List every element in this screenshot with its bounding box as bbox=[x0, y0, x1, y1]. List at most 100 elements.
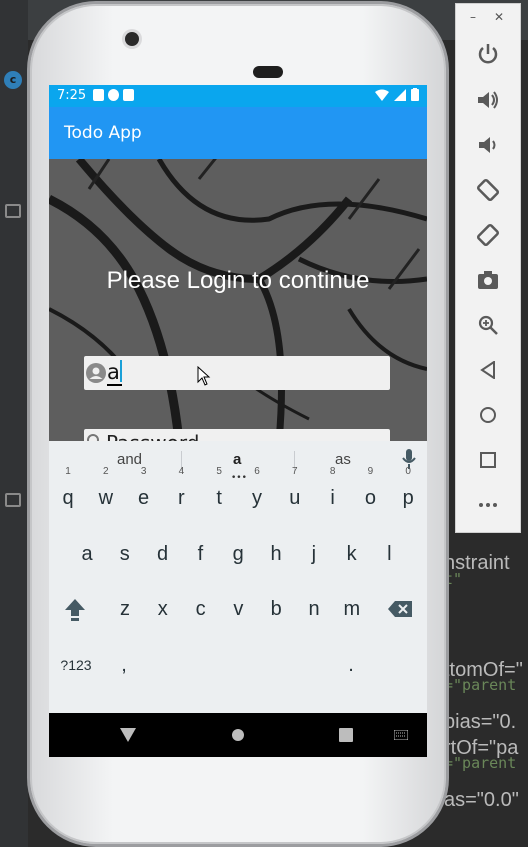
key-e[interactable]: 3e bbox=[125, 466, 163, 518]
username-field[interactable]: a bbox=[84, 356, 390, 390]
keyboard-switch-icon[interactable] bbox=[394, 730, 408, 740]
emulator-toolbar: – ✕ bbox=[455, 3, 521, 533]
key-j[interactable]: j bbox=[295, 534, 333, 574]
power-icon bbox=[478, 44, 498, 64]
rotate-right-icon bbox=[476, 223, 500, 247]
key-hint: 4 bbox=[178, 466, 185, 477]
zoom-button[interactable] bbox=[470, 307, 506, 343]
status-right-icons bbox=[375, 88, 419, 101]
key-label: o bbox=[364, 487, 376, 509]
key-r[interactable]: 4r bbox=[162, 466, 200, 518]
symbols-key[interactable]: ?123 bbox=[56, 645, 96, 685]
background-image: Please Login to continue a Password bbox=[49, 159, 427, 441]
app-bar: Todo App bbox=[49, 107, 427, 159]
home-icon[interactable] bbox=[231, 728, 245, 742]
volume-down-icon bbox=[479, 137, 496, 153]
key-m[interactable]: m bbox=[333, 589, 371, 629]
key-label: u bbox=[289, 487, 301, 509]
key-x[interactable]: x bbox=[144, 589, 182, 629]
lock-icon bbox=[87, 434, 99, 441]
zoom-in-icon bbox=[478, 315, 498, 335]
key-h[interactable]: h bbox=[257, 534, 295, 574]
device-screen: 7:25 Todo App Please Login to continue a… bbox=[49, 85, 427, 757]
overview-icon bbox=[480, 452, 496, 468]
more-button[interactable] bbox=[470, 487, 506, 523]
key-d[interactable]: d bbox=[144, 534, 182, 574]
tree-branches-image bbox=[49, 159, 427, 441]
comma-key[interactable]: , bbox=[105, 645, 143, 685]
status-time: 7:25 bbox=[57, 88, 87, 103]
key-label: p bbox=[402, 487, 414, 509]
home-icon bbox=[480, 407, 496, 423]
key-u[interactable]: 7u bbox=[276, 466, 314, 518]
shift-key[interactable] bbox=[56, 589, 94, 629]
volume-up-button[interactable] bbox=[470, 82, 506, 118]
key-hint: 3 bbox=[140, 466, 147, 477]
key-l[interactable]: l bbox=[370, 534, 408, 574]
key-s[interactable]: s bbox=[106, 534, 144, 574]
close-button[interactable]: ✕ bbox=[494, 10, 504, 24]
home-button[interactable] bbox=[470, 397, 506, 433]
key-hint: 1 bbox=[65, 466, 71, 477]
key-hint: 5 bbox=[216, 466, 222, 477]
key-c[interactable]: c bbox=[182, 589, 220, 629]
power-button[interactable] bbox=[470, 36, 506, 72]
period-key[interactable]: . bbox=[332, 645, 370, 685]
username-input[interactable]: a bbox=[107, 360, 122, 386]
key-o[interactable]: 9o bbox=[351, 466, 389, 518]
password-field[interactable]: Password bbox=[84, 429, 390, 441]
key-label: r bbox=[178, 487, 185, 509]
rotate-right-button[interactable] bbox=[470, 217, 506, 253]
key-hint: 9 bbox=[367, 466, 374, 477]
volume-down-button[interactable] bbox=[470, 127, 506, 163]
notification-icons bbox=[93, 89, 134, 101]
rotate-left-button[interactable] bbox=[470, 172, 506, 208]
key-y[interactable]: 6y bbox=[238, 466, 276, 518]
key-w[interactable]: 2w bbox=[87, 466, 125, 518]
back-icon[interactable] bbox=[120, 728, 136, 742]
code-line: ="parent bbox=[444, 754, 517, 772]
earpiece-speaker bbox=[253, 66, 283, 78]
key-label: w bbox=[98, 487, 114, 509]
recents-icon[interactable] bbox=[339, 728, 353, 742]
mouse-pointer-icon bbox=[197, 366, 211, 386]
navigation-bar bbox=[49, 713, 427, 757]
backspace-key[interactable] bbox=[381, 589, 419, 629]
key-label: y bbox=[252, 487, 262, 509]
account-circle-icon bbox=[86, 363, 106, 383]
key-p[interactable]: 0p bbox=[389, 466, 427, 518]
soft-keyboard: and a ••• as 1q2w3e4r5t6y7u8i9o0p asdfgh… bbox=[49, 441, 427, 757]
camera-icon bbox=[478, 271, 498, 289]
key-hint: 6 bbox=[254, 466, 260, 477]
backspace-icon bbox=[388, 601, 412, 617]
key-k[interactable]: k bbox=[333, 534, 371, 574]
key-i[interactable]: 8i bbox=[314, 466, 352, 518]
sd-card-icon bbox=[123, 89, 134, 101]
key-t[interactable]: 5t bbox=[200, 466, 238, 518]
app-title: Todo App bbox=[64, 123, 142, 143]
back-button[interactable] bbox=[470, 352, 506, 388]
key-hint: 0 bbox=[405, 466, 411, 477]
volume-up-icon bbox=[478, 91, 498, 109]
key-a[interactable]: a bbox=[68, 534, 106, 574]
login-prompt: Please Login to continue bbox=[106, 267, 370, 294]
back-icon bbox=[480, 361, 495, 379]
code-line: ="parent bbox=[444, 676, 517, 694]
key-b[interactable]: b bbox=[257, 589, 295, 629]
overview-button[interactable] bbox=[470, 442, 506, 478]
key-v[interactable]: v bbox=[219, 589, 257, 629]
code-line: t" bbox=[444, 570, 463, 588]
screenshot-button[interactable] bbox=[470, 262, 506, 298]
key-q[interactable]: 1q bbox=[49, 466, 87, 518]
ide-gutter bbox=[0, 0, 28, 847]
battery-icon bbox=[411, 88, 419, 101]
key-n[interactable]: n bbox=[295, 589, 333, 629]
key-z[interactable]: z bbox=[106, 589, 144, 629]
notification-icon bbox=[108, 89, 119, 101]
key-g[interactable]: g bbox=[219, 534, 257, 574]
key-hint: 8 bbox=[329, 466, 336, 477]
status-bar: 7:25 bbox=[49, 85, 427, 107]
key-f[interactable]: f bbox=[181, 534, 219, 574]
minimize-button[interactable]: – bbox=[470, 10, 476, 24]
more-icon bbox=[479, 503, 497, 507]
